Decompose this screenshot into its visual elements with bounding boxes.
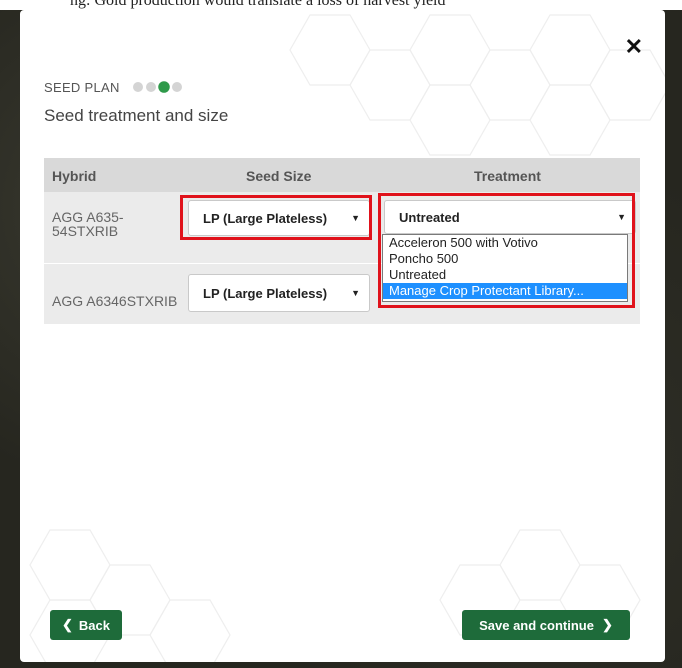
treatment-select-row-1[interactable]: Untreated ▼ bbox=[384, 200, 636, 234]
chevron-down-icon: ▼ bbox=[351, 288, 360, 298]
step-dot-4 bbox=[172, 82, 182, 92]
save-continue-button[interactable]: Save and continue ❯ bbox=[462, 610, 630, 640]
step-label: SEED PLAN bbox=[44, 80, 120, 95]
treatment-option-2[interactable]: Poncho 500 bbox=[383, 251, 627, 267]
table-header: Hybrid Seed Size Treatment bbox=[44, 158, 640, 192]
chevron-right-icon: ❯ bbox=[601, 617, 613, 632]
back-button-label: Back bbox=[78, 617, 110, 633]
seed-size-value-row-2: LP (Large Plateless) bbox=[203, 285, 328, 301]
background-caption: ng: Gold production would translate a lo… bbox=[70, 0, 446, 9]
header-hybrid: Hybrid bbox=[52, 168, 97, 184]
treatment-option-manage-library[interactable]: Manage Crop Protectant Library... bbox=[383, 283, 627, 299]
seed-size-value-row-1: LP (Large Plateless) bbox=[203, 210, 328, 226]
close-icon[interactable]: ✕ bbox=[625, 36, 643, 58]
step-dot-2 bbox=[146, 82, 156, 92]
chevron-down-icon: ▼ bbox=[351, 213, 360, 223]
step-dot-3-active bbox=[158, 81, 170, 93]
treatment-option-3[interactable]: Untreated bbox=[383, 267, 627, 283]
chevron-down-icon: ▼ bbox=[617, 212, 626, 222]
chevron-left-icon: ❮ bbox=[62, 617, 73, 632]
background-caption-strip: ng: Gold production would translate a lo… bbox=[0, 0, 682, 10]
page-title: Seed treatment and size bbox=[44, 106, 229, 125]
step-progress bbox=[133, 81, 182, 93]
step-dot-1 bbox=[133, 82, 143, 92]
seed-plan-dialog: ✕ SEED PLAN Seed treatment and size Hybr… bbox=[20, 10, 665, 662]
back-button[interactable]: ❮ Back bbox=[50, 610, 122, 640]
save-button-label: Save and continue bbox=[479, 617, 594, 633]
seed-size-select-row-2[interactable]: LP (Large Plateless) ▼ bbox=[188, 274, 370, 312]
treatment-value-row-1: Untreated bbox=[399, 209, 460, 225]
treatment-option-1[interactable]: Acceleron 500 with Votivo bbox=[383, 235, 627, 251]
header-treatment: Treatment bbox=[474, 168, 541, 184]
hybrid-name-row-2: AGG A6346STXRIB bbox=[52, 293, 178, 309]
header-seed-size: Seed Size bbox=[246, 168, 312, 184]
seed-size-select-row-1[interactable]: LP (Large Plateless) ▼ bbox=[188, 200, 370, 236]
hybrid-name-row-1: AGG A635- 54STXRIB bbox=[52, 209, 124, 239]
treatment-dropdown-list[interactable]: Acceleron 500 with Votivo Poncho 500 Unt… bbox=[382, 234, 628, 302]
